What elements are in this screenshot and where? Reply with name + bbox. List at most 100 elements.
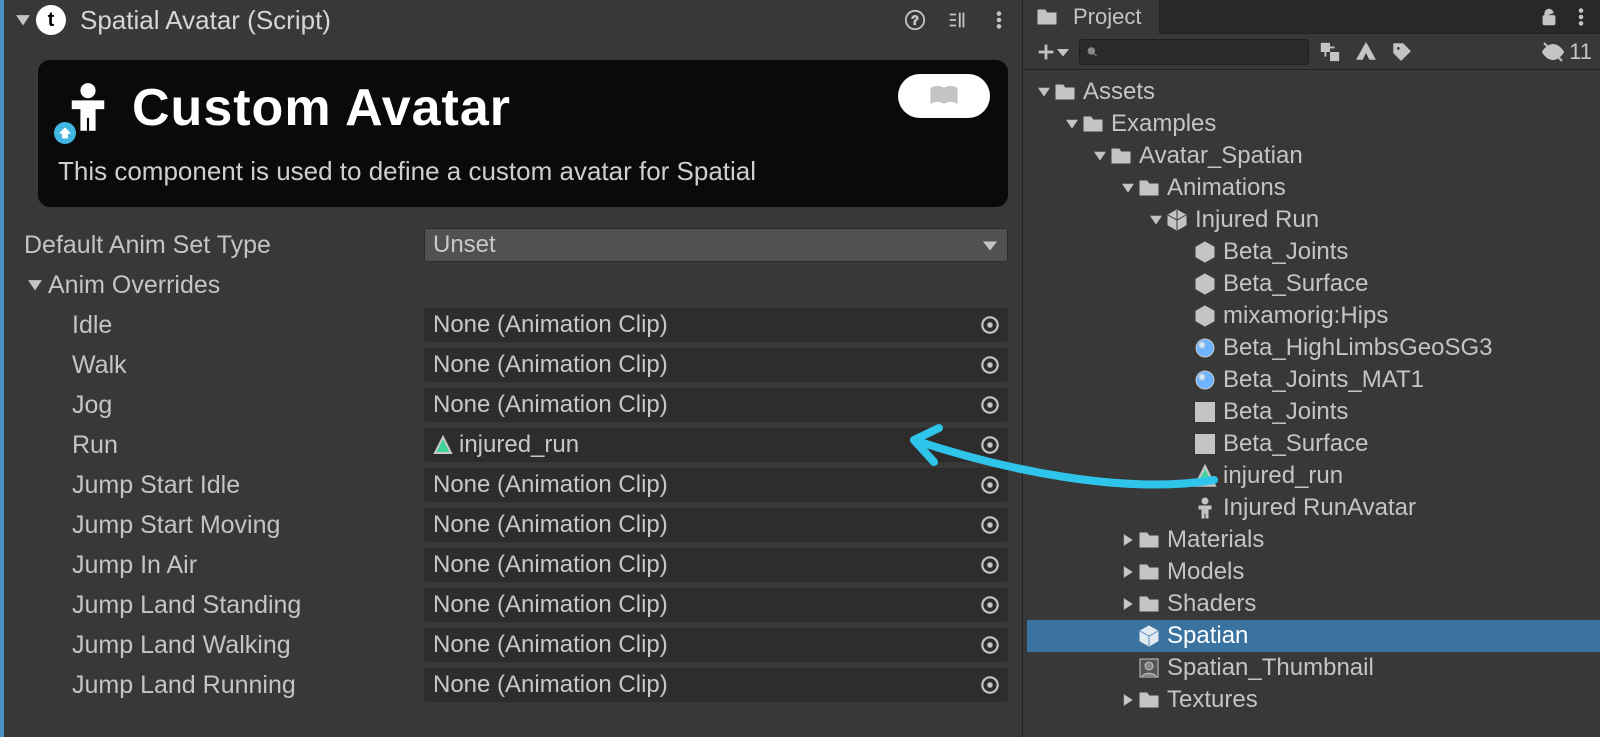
tree-foldout-icon[interactable] (1147, 214, 1165, 226)
component-title: Spatial Avatar (Script) (80, 5, 902, 36)
tree-item[interactable]: Beta_Surface (1027, 268, 1600, 300)
folder-icon (1109, 144, 1133, 168)
object-picker-icon[interactable] (979, 434, 1001, 456)
tree-item[interactable]: Spatian_Thumbnail (1027, 652, 1600, 684)
override-row: Jump Start Idle None (Animation Clip) (24, 465, 1008, 505)
object-picker-icon[interactable] (979, 594, 1001, 616)
component-header[interactable]: t Spatial Avatar (Script) ? (4, 0, 1022, 40)
model-icon (1165, 208, 1189, 232)
override-value: None (Animation Clip) (433, 471, 668, 499)
tree-item[interactable]: Spatian (1027, 620, 1600, 652)
default-anim-set-dropdown[interactable]: Unset (424, 228, 1008, 262)
tree-item[interactable]: Textures (1027, 684, 1600, 716)
override-row: Jump Land WalkingNone (Animation Clip) (24, 625, 1008, 665)
tree-item[interactable]: Beta_Joints_MAT1 (1027, 364, 1600, 396)
folder-icon (1137, 176, 1161, 200)
tree-item[interactable]: Avatar_Spatian (1027, 140, 1600, 172)
override-object-field[interactable]: None (Animation Clip) (424, 508, 1008, 542)
object-picker-icon[interactable] (979, 474, 1001, 496)
object-picker-icon[interactable] (979, 314, 1001, 336)
tree-item-label: Beta_Joints (1223, 398, 1348, 426)
override-label: Jump Start Moving (24, 511, 424, 540)
preset-icon[interactable] (944, 7, 970, 33)
override-label: Jump Start Idle (24, 471, 424, 500)
tree-foldout-icon[interactable] (1119, 182, 1137, 194)
tree-item-label: Textures (1167, 686, 1258, 714)
override-object-field[interactable]: None (Animation Clip) (424, 668, 1008, 702)
override-object-field[interactable]: None (Animation Clip) (424, 548, 1008, 582)
project-tabbar: Project (1023, 0, 1600, 34)
tree-item[interactable]: Animations (1027, 172, 1600, 204)
object-picker-icon[interactable] (979, 554, 1001, 576)
tree-item-label: Avatar_Spatian (1139, 142, 1303, 170)
tree-item[interactable]: Injured Run (1027, 204, 1600, 236)
grid-icon (1193, 400, 1217, 424)
tree-item[interactable]: injured_run (1027, 460, 1600, 492)
override-row: Jump In AirNone (Animation Clip) (24, 545, 1008, 585)
override-object-field[interactable]: None (Animation Clip) (424, 628, 1008, 662)
tree-item[interactable]: Beta_Surface (1027, 428, 1600, 460)
kebab-menu-icon[interactable] (986, 7, 1012, 33)
tree-item[interactable]: Injured RunAvatar (1027, 492, 1600, 524)
project-search-input[interactable] (1105, 43, 1302, 61)
folder-icon (1035, 5, 1059, 29)
lock-icon[interactable] (1538, 6, 1560, 28)
filter-type-icon[interactable] (1351, 41, 1381, 63)
tree-item-label: Beta_HighLimbsGeoSG3 (1223, 334, 1492, 362)
tree-foldout-icon[interactable] (1091, 150, 1109, 162)
anim-overrides-label: Anim Overrides (48, 271, 220, 300)
override-object-field[interactable]: None (Animation Clip) (424, 388, 1008, 422)
object-picker-icon[interactable] (979, 634, 1001, 656)
tree-item[interactable]: Examples (1027, 108, 1600, 140)
tree-item[interactable]: Shaders (1027, 588, 1600, 620)
override-row: JogNone (Animation Clip) (24, 385, 1008, 425)
mat-icon (1193, 336, 1217, 360)
tree-foldout-icon[interactable] (1119, 694, 1137, 706)
project-search[interactable] (1079, 39, 1309, 65)
clip-icon (1193, 464, 1217, 488)
override-object-field[interactable]: injured_run (424, 428, 1008, 462)
project-tab[interactable]: Project (1023, 0, 1159, 34)
hidden-eye-icon (1541, 40, 1565, 64)
help-icon[interactable]: ? (902, 7, 928, 33)
avatar-person-icon (58, 78, 118, 138)
project-tree[interactable]: AssetsExamplesAvatar_SpatianAnimationsIn… (1023, 70, 1600, 716)
filter-label-icon[interactable] (1387, 41, 1417, 63)
object-picker-icon[interactable] (979, 394, 1001, 416)
folder-icon (1137, 560, 1161, 584)
tree-foldout-icon[interactable] (1063, 118, 1081, 130)
override-value: None (Animation Clip) (433, 351, 668, 379)
mat-icon (1193, 368, 1217, 392)
override-object-field[interactable]: None (Animation Clip) (424, 348, 1008, 382)
override-row: IdleNone (Animation Clip) (24, 305, 1008, 345)
override-object-field[interactable]: None (Animation Clip) (424, 308, 1008, 342)
search-scope-icon[interactable] (1315, 41, 1345, 63)
override-label: Idle (24, 311, 424, 340)
tree-item[interactable]: Models (1027, 556, 1600, 588)
folder-icon (1137, 528, 1161, 552)
object-picker-icon[interactable] (979, 354, 1001, 376)
override-object-field[interactable]: None (Animation Clip) (424, 588, 1008, 622)
component-foldout-icon[interactable] (14, 11, 32, 29)
object-picker-icon[interactable] (979, 674, 1001, 696)
tree-foldout-icon[interactable] (1119, 566, 1137, 578)
tree-item[interactable]: mixamorig:Hips (1027, 300, 1600, 332)
tree-foldout-icon[interactable] (1119, 598, 1137, 610)
override-object-field[interactable]: None (Animation Clip) (424, 468, 1008, 502)
hidden-items-count[interactable]: 11 (1541, 39, 1592, 65)
tree-item-label: Animations (1167, 174, 1286, 202)
tree-item[interactable]: Beta_Joints (1027, 236, 1600, 268)
create-button[interactable] (1031, 41, 1073, 63)
tree-item[interactable]: Beta_Joints (1027, 396, 1600, 428)
tree-item[interactable]: Assets (1027, 76, 1600, 108)
kebab-menu-icon[interactable] (1570, 6, 1592, 28)
object-picker-icon[interactable] (979, 514, 1001, 536)
tree-item[interactable]: Beta_HighLimbsGeoSG3 (1027, 332, 1600, 364)
folder-icon (1137, 688, 1161, 712)
tree-item-label: Beta_Joints (1223, 238, 1348, 266)
anim-overrides-foldout[interactable]: Anim Overrides (24, 265, 1008, 305)
tree-item[interactable]: Materials (1027, 524, 1600, 556)
tree-foldout-icon[interactable] (1035, 86, 1053, 98)
tree-foldout-icon[interactable] (1119, 534, 1137, 546)
documentation-button[interactable] (898, 74, 990, 118)
